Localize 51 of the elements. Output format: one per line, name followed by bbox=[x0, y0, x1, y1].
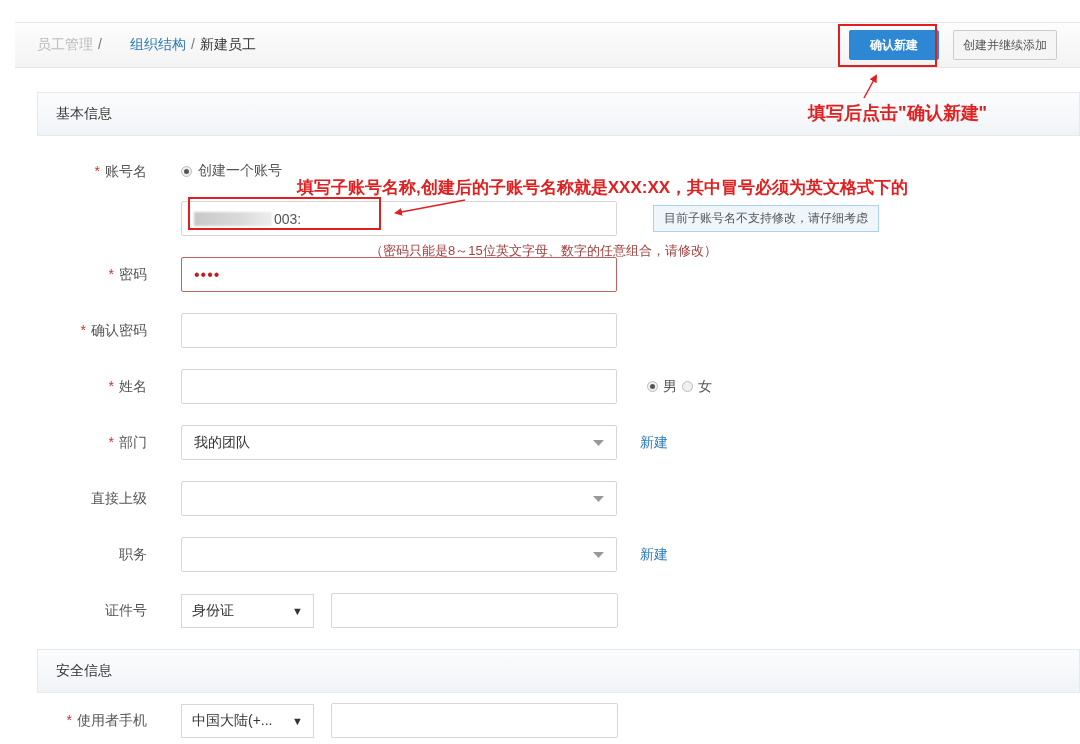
radio-label: 男 bbox=[663, 377, 677, 396]
input-field[interactable] bbox=[331, 593, 618, 628]
annotation-text: 填写子账号名称,创建后的子账号名称就是XXX:XX，其中冒号必须为英文格式下的 bbox=[297, 177, 909, 199]
error-message: （密码只能是8～15位英文字母、数字的任意组合，请修改） bbox=[370, 242, 717, 260]
field-label: 证件号 bbox=[105, 602, 147, 618]
field-label: 直接上级 bbox=[91, 490, 147, 506]
annotation-text: 填写后点击"确认新建" bbox=[808, 102, 988, 125]
input-field[interactable]: •••• bbox=[181, 257, 617, 292]
confirm-button[interactable]: 确认新建 bbox=[849, 30, 939, 60]
section-title: 基本信息 bbox=[56, 105, 112, 123]
caret-icon bbox=[593, 495, 604, 502]
field-label: 职务 bbox=[119, 546, 147, 562]
breadcrumb-separator: / bbox=[190, 36, 195, 52]
section-title: 安全信息 bbox=[56, 662, 112, 680]
field-label: 确认密码 bbox=[91, 322, 147, 338]
required-mark: * bbox=[108, 378, 114, 394]
input-field[interactable] bbox=[331, 703, 618, 738]
dropdown[interactable]: 我的团队 bbox=[181, 425, 617, 460]
create-continue-button[interactable]: 创建并继续添加 bbox=[953, 30, 1057, 60]
radio-label: 创建一个账号 bbox=[198, 162, 282, 180]
hint-tooltip: 目前子账号名不支持修改，请仔细考虑 bbox=[653, 205, 879, 232]
dropdown[interactable]: 中国大陆(+... ▼ bbox=[181, 703, 314, 738]
field-label: 使用者手机 bbox=[77, 712, 147, 728]
input-field[interactable]: 003: bbox=[181, 201, 617, 236]
field-label: 密码 bbox=[119, 266, 147, 282]
dropdown[interactable] bbox=[181, 537, 617, 572]
breadcrumb-item: 新建员工 bbox=[199, 36, 256, 52]
required-mark: * bbox=[80, 322, 86, 338]
input-field[interactable] bbox=[181, 369, 617, 404]
radio-button[interactable] bbox=[181, 165, 192, 177]
annotation-arrow bbox=[863, 74, 877, 99]
new-link[interactable]: 新建 bbox=[640, 545, 668, 564]
field-label: 姓名 bbox=[119, 378, 147, 394]
required-mark: * bbox=[66, 712, 72, 728]
dropdown[interactable] bbox=[181, 481, 617, 516]
radio-label: 女 bbox=[698, 377, 712, 396]
new-link[interactable]: 新建 bbox=[640, 433, 668, 452]
annotation-arrow bbox=[394, 199, 466, 216]
radio-button[interactable] bbox=[682, 381, 693, 392]
breadcrumb-item[interactable]: 组织结构 bbox=[129, 36, 186, 52]
input-field[interactable] bbox=[181, 313, 617, 348]
caret-icon bbox=[593, 551, 604, 558]
required-mark: * bbox=[94, 163, 100, 179]
field-label: 账号名 bbox=[105, 163, 147, 179]
caret-icon bbox=[593, 439, 604, 446]
required-mark: * bbox=[108, 434, 114, 450]
dropdown[interactable]: 身份证 ▼ bbox=[181, 593, 314, 628]
breadcrumb-separator: / bbox=[98, 36, 102, 52]
radio-button[interactable] bbox=[647, 381, 658, 392]
required-mark: * bbox=[108, 266, 114, 282]
field-label: 部门 bbox=[119, 434, 147, 450]
